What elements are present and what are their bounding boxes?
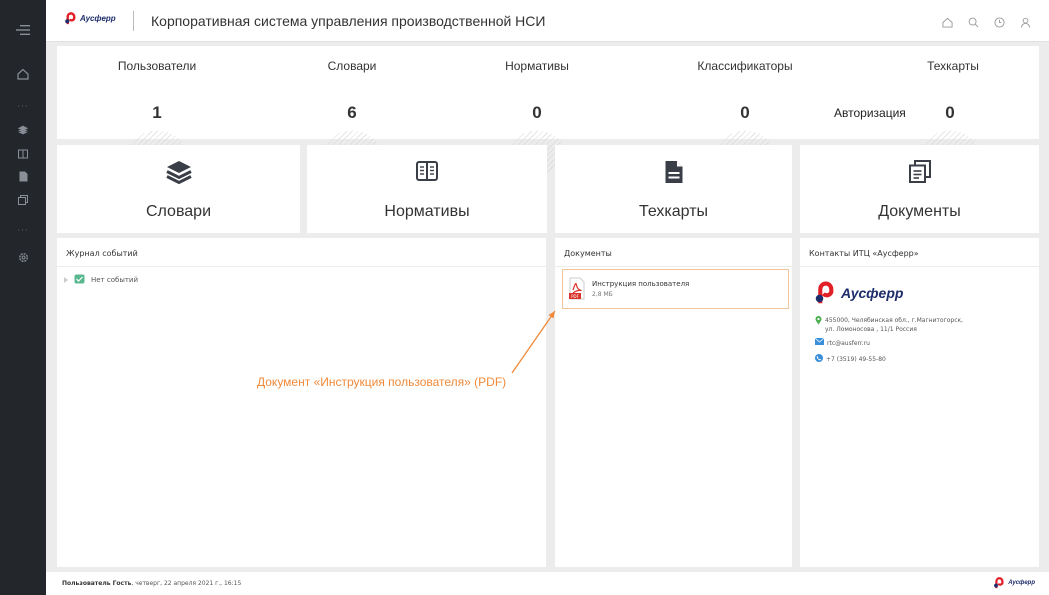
footer: Пользователь Гость, четверг, 22 апреля 2… bbox=[46, 572, 1049, 595]
footer-status: Пользователь Гость, четверг, 22 апреля 2… bbox=[62, 580, 241, 587]
footer-logo-text: Аусферр bbox=[1008, 580, 1035, 586]
footer-user: Пользователь Гость bbox=[62, 580, 132, 587]
footer-logo: Аусферр bbox=[993, 577, 1035, 589]
brand-mark-icon bbox=[994, 577, 1004, 589]
annotation-text: Документ «Инструкция пользователя» (PDF) bbox=[257, 375, 507, 389]
annotation-arrow bbox=[511, 310, 556, 374]
footer-date: , четверг, 22 апреля 2021 г., 16:15 bbox=[131, 580, 242, 587]
